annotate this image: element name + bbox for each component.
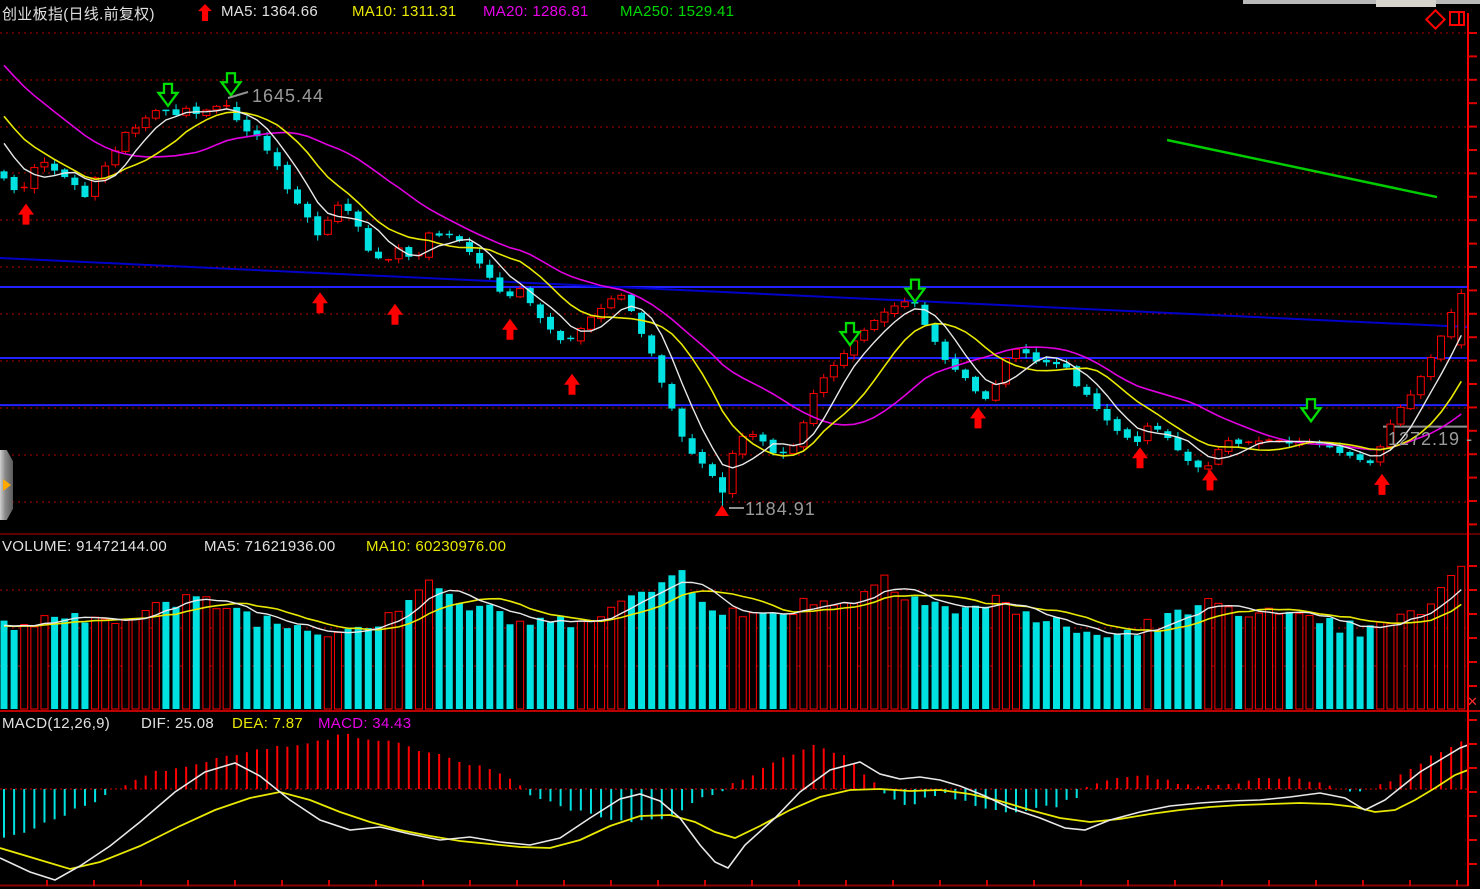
- volume-ma10-value: MA10: 60230976.00: [366, 538, 506, 555]
- trading-terminal: 创业板指(日线.前复权) MA5: 1364.66 MA10: 1311.31 …: [0, 0, 1480, 889]
- last-price-label: 1272.19 -: [1388, 429, 1473, 450]
- ma5-value: MA5: 1364.66: [221, 3, 318, 20]
- chart-canvas: [0, 0, 1480, 889]
- expand-triangle-icon: [3, 479, 11, 491]
- ma10-value: MA10: 1311.31: [352, 3, 457, 20]
- ma250-value: MA250: 1529.41: [620, 3, 734, 20]
- sidebar-expand-handle[interactable]: [0, 450, 13, 520]
- close-icon[interactable]: ✕: [1467, 694, 1478, 710]
- low-price-label: 1184.91: [745, 499, 816, 520]
- dea-value: DEA: 7.87: [232, 715, 303, 732]
- window-edge: [1243, 0, 1480, 4]
- ma20-value: MA20: 1286.81: [483, 3, 589, 20]
- volume-value: VOLUME: 91472144.00: [2, 538, 167, 555]
- symbol-title: 创业板指(日线.前复权): [2, 3, 155, 24]
- dif-value: DIF: 25.08: [141, 715, 214, 732]
- window-edge-highlight: [1376, 0, 1436, 7]
- macd-value: MACD: 34.43: [318, 715, 411, 732]
- split-window-icon[interactable]: [1449, 11, 1465, 26]
- macd-title: MACD(12,26,9): [2, 715, 110, 732]
- volume-ma5-value: MA5: 71621936.00: [204, 538, 336, 555]
- high-price-label: 1645.44: [252, 86, 324, 107]
